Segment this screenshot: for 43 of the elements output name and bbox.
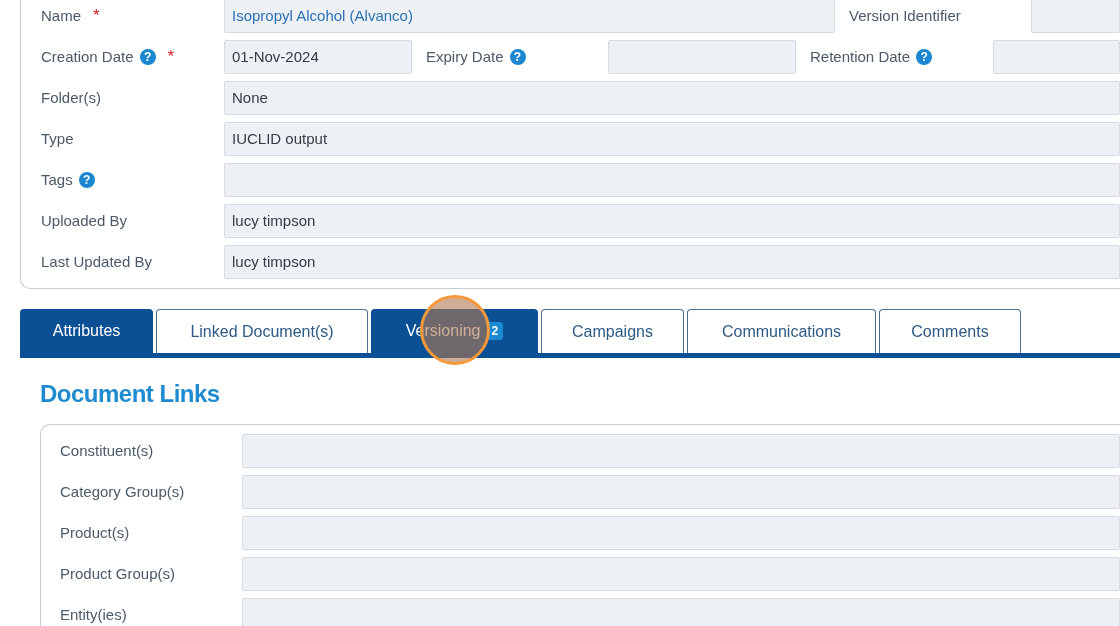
input-field[interactable]: Isopropyl Alcohol (Alvanco) bbox=[224, 0, 835, 33]
input-field[interactable]: lucy timpson bbox=[224, 204, 1120, 238]
field-label: Product Group(s) bbox=[60, 563, 177, 584]
section-heading: Document Links bbox=[40, 379, 221, 409]
required-mark: * bbox=[93, 5, 100, 28]
field-label: Retention Date bbox=[810, 46, 911, 67]
tab[interactable]: Communications bbox=[687, 309, 876, 353]
input-field[interactable] bbox=[224, 163, 1120, 197]
input-field[interactable] bbox=[608, 40, 796, 74]
field-label: Product(s) bbox=[60, 522, 131, 543]
help-icon[interactable]: ? bbox=[509, 49, 526, 65]
input-field[interactable]: lucy timpson bbox=[224, 245, 1120, 279]
input-field[interactable] bbox=[1031, 0, 1120, 33]
field-label: Last Updated By bbox=[41, 251, 152, 272]
field-label: Name bbox=[41, 5, 81, 26]
field-label: Expiry Date bbox=[426, 46, 504, 67]
input-field[interactable]: 01-Nov-2024 bbox=[224, 40, 412, 74]
field-label: Uploaded By bbox=[41, 210, 127, 231]
input-field[interactable] bbox=[242, 475, 1120, 509]
input-field[interactable] bbox=[242, 598, 1120, 626]
required-mark: * bbox=[167, 46, 175, 69]
field-label: Category Group(s) bbox=[60, 481, 186, 502]
tab[interactable]: Attributes bbox=[20, 309, 153, 353]
tab[interactable]: Comments bbox=[879, 309, 1021, 353]
input-field[interactable] bbox=[242, 557, 1120, 591]
field-label: Folder(s) bbox=[41, 87, 101, 108]
help-icon[interactable]: ? bbox=[139, 49, 156, 65]
input-field[interactable] bbox=[242, 434, 1120, 468]
field-label: Constituent(s) bbox=[60, 440, 155, 461]
input-field[interactable]: None bbox=[224, 81, 1120, 115]
tab[interactable]: Campaigns bbox=[541, 309, 684, 353]
field-label: Entity(ies) bbox=[60, 604, 128, 625]
field-label: Creation Date bbox=[41, 46, 134, 67]
field-label: Tags bbox=[41, 169, 73, 190]
input-field[interactable]: IUCLID output bbox=[224, 122, 1120, 156]
input-field[interactable] bbox=[993, 40, 1120, 74]
field-label: Version Identifier bbox=[849, 5, 961, 26]
field-label: Type bbox=[41, 128, 74, 149]
help-icon[interactable]: ? bbox=[916, 49, 933, 65]
count-badge: 2 bbox=[486, 322, 504, 340]
tab[interactable]: Linked Document(s) bbox=[156, 309, 368, 353]
input-field[interactable] bbox=[242, 516, 1120, 550]
help-icon[interactable]: ? bbox=[78, 172, 95, 188]
